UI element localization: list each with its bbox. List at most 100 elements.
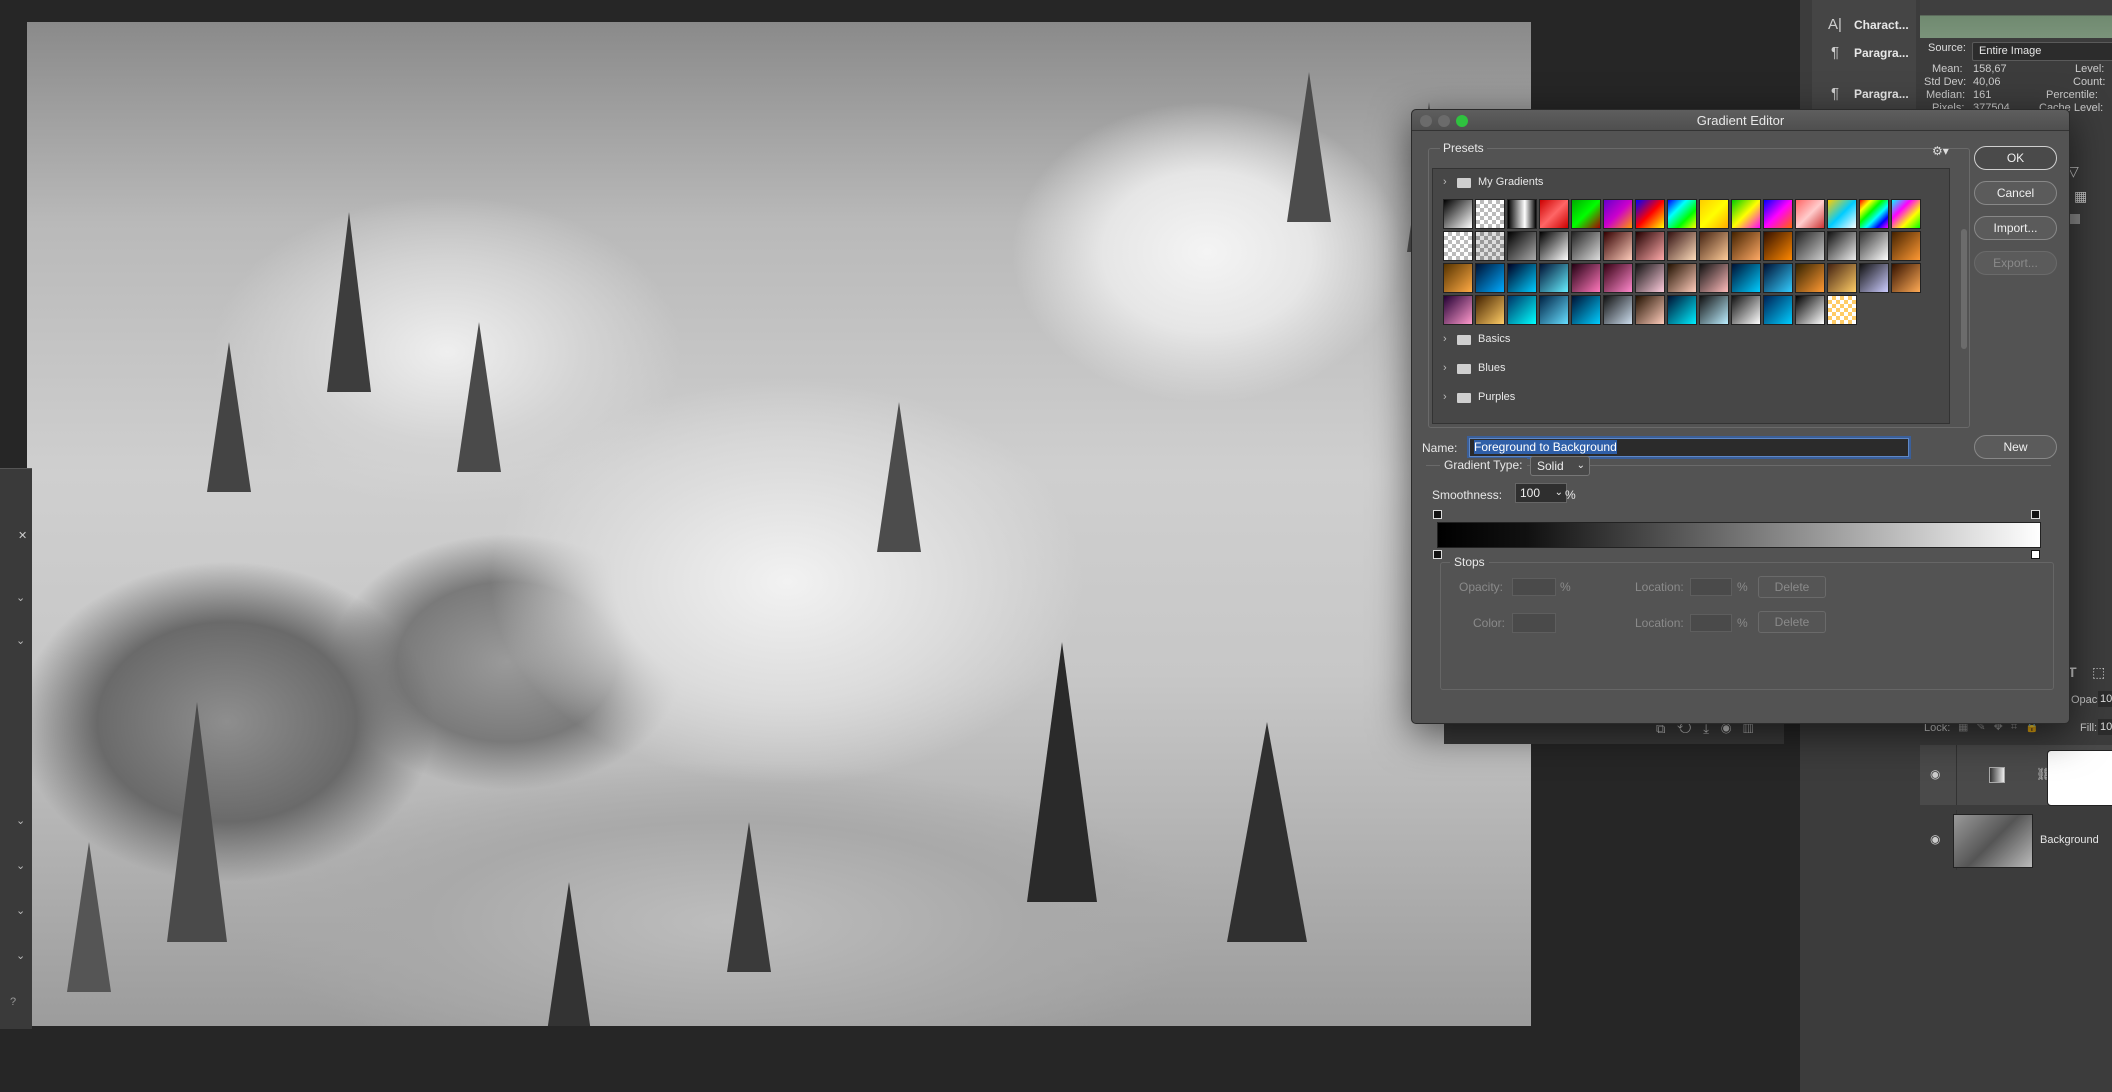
gradient-swatch[interactable] xyxy=(1859,199,1889,229)
visibility-eye-icon[interactable]: ◉ xyxy=(1930,832,1944,846)
chevron-right-icon[interactable]: › xyxy=(1443,362,1447,374)
gradient-swatch[interactable] xyxy=(1699,263,1729,293)
dock-item-paragraph-styles[interactable]: ¶ Paragra... xyxy=(1826,85,1909,102)
dock-item-paragraph[interactable]: ¶ Paragra... xyxy=(1826,44,1909,61)
chevron-down-icon[interactable]: ⌄ xyxy=(16,859,25,872)
presets-scrollbar[interactable] xyxy=(1961,229,1967,349)
gradient-type-select[interactable]: Solid ⌄ xyxy=(1530,456,1590,476)
gradient-swatch[interactable] xyxy=(1443,231,1473,261)
gradient-swatch[interactable] xyxy=(1763,231,1793,261)
new-button[interactable]: New xyxy=(1974,435,2057,459)
color-stop-left[interactable] xyxy=(1433,550,1442,559)
gradient-swatch[interactable] xyxy=(1795,231,1825,261)
layer-name[interactable]: Background xyxy=(2040,834,2099,846)
layer-row-background[interactable]: ◉ Background xyxy=(1920,810,2112,870)
preset-folder-basics[interactable]: › Basics xyxy=(1433,326,1949,354)
gradient-swatch[interactable] xyxy=(1603,295,1633,325)
gradient-swatch[interactable] xyxy=(1475,199,1505,229)
chevron-right-icon[interactable]: › xyxy=(1443,333,1447,345)
gradient-swatch[interactable] xyxy=(1635,295,1665,325)
gradient-swatch[interactable] xyxy=(1699,199,1729,229)
gradient-swatch[interactable] xyxy=(1443,295,1473,325)
delete-color-stop-button[interactable]: Delete xyxy=(1758,611,1826,633)
gradient-swatch[interactable] xyxy=(1507,263,1537,293)
layer-row-gradient[interactable]: ◉ ⛓ xyxy=(1920,745,2112,805)
gradient-swatch[interactable] xyxy=(1443,263,1473,293)
gradient-swatch[interactable] xyxy=(1603,231,1633,261)
gradient-swatch[interactable] xyxy=(1667,199,1697,229)
gradient-swatch[interactable] xyxy=(1891,263,1921,293)
gradient-swatch[interactable] xyxy=(1539,263,1569,293)
gradient-swatch[interactable] xyxy=(1763,295,1793,325)
gradient-swatch[interactable] xyxy=(1763,199,1793,229)
gradient-swatch[interactable] xyxy=(1507,199,1537,229)
color-stop-right[interactable] xyxy=(2031,550,2040,559)
shape-layer-icon[interactable]: ⬚ xyxy=(2092,664,2105,681)
gradient-swatch[interactable] xyxy=(1571,199,1601,229)
chevron-down-icon[interactable]: ⌄ xyxy=(16,814,25,827)
gradient-swatch[interactable] xyxy=(1667,263,1697,293)
fill-field[interactable]: 10 xyxy=(2098,719,2112,735)
opacity-stop-right[interactable] xyxy=(2031,510,2040,519)
gradient-swatch[interactable] xyxy=(1475,263,1505,293)
gradient-swatch[interactable] xyxy=(1539,295,1569,325)
chevron-right-icon[interactable]: › xyxy=(1443,176,1447,188)
close-icon[interactable]: ✕ xyxy=(18,529,27,542)
smoothness-field[interactable]: 100 ⌄ xyxy=(1515,483,1567,503)
dialog-titlebar[interactable]: Gradient Editor xyxy=(1412,110,2069,131)
gradient-swatch[interactable] xyxy=(1891,231,1921,261)
stop-color-swatch[interactable] xyxy=(1512,613,1556,633)
gradient-swatch[interactable] xyxy=(1635,231,1665,261)
preset-folder-my-gradients[interactable]: › My Gradients xyxy=(1433,169,1949,197)
gradient-swatch[interactable] xyxy=(1859,231,1889,261)
gradient-swatch[interactable] xyxy=(1699,231,1729,261)
gradient-swatch[interactable] xyxy=(1827,263,1857,293)
opacity-stop-left[interactable] xyxy=(1433,510,1442,519)
gradient-swatch[interactable] xyxy=(1443,199,1473,229)
chevron-down-icon[interactable]: ⌄ xyxy=(16,634,25,647)
layer-opacity-field[interactable]: 10 xyxy=(2098,691,2112,707)
dock-item-character[interactable]: A| Charact... xyxy=(1826,16,1909,33)
gradient-swatch[interactable] xyxy=(1731,231,1761,261)
gradient-swatch[interactable] xyxy=(1635,199,1665,229)
gradient-swatch[interactable] xyxy=(1731,199,1761,229)
gradient-swatch[interactable] xyxy=(1667,295,1697,325)
gradient-swatch[interactable] xyxy=(1699,295,1729,325)
gradient-swatch[interactable] xyxy=(1571,231,1601,261)
gradient-swatch[interactable] xyxy=(1827,199,1857,229)
gradient-swatch[interactable] xyxy=(1763,263,1793,293)
gradient-preview-bar[interactable] xyxy=(1437,522,2041,548)
chevron-down-icon[interactable]: ⌄ xyxy=(16,949,25,962)
presets-list[interactable]: › My Gradients › Basics › Blues › Purple… xyxy=(1432,168,1967,424)
delete-opacity-stop-button[interactable]: Delete xyxy=(1758,576,1826,598)
gradient-swatch[interactable] xyxy=(1603,263,1633,293)
gradient-swatch[interactable] xyxy=(1827,231,1857,261)
gradient-swatch[interactable] xyxy=(1475,231,1505,261)
gradient-swatch[interactable] xyxy=(1859,263,1889,293)
gradient-swatch[interactable] xyxy=(1891,199,1921,229)
histogram-source-select[interactable]: Entire Image xyxy=(1972,42,2112,61)
layer-mask-thumbnail[interactable] xyxy=(2048,751,2112,805)
preset-folder-purples[interactable]: › Purples xyxy=(1433,384,1949,412)
gradient-swatch[interactable] xyxy=(1795,263,1825,293)
gradient-swatch[interactable] xyxy=(1603,199,1633,229)
chevron-down-icon[interactable]: ⌄ xyxy=(16,904,25,917)
document-canvas[interactable] xyxy=(27,22,1531,1026)
gradient-swatch[interactable] xyxy=(1507,231,1537,261)
gradient-swatch[interactable] xyxy=(1731,263,1761,293)
help-icon[interactable]: ? xyxy=(10,996,16,1008)
stop-location-field[interactable] xyxy=(1690,614,1732,632)
export-button[interactable]: Export... xyxy=(1974,251,2057,275)
gradient-swatch[interactable] xyxy=(1795,199,1825,229)
gradient-swatch[interactable] xyxy=(1795,295,1825,325)
import-button[interactable]: Import... xyxy=(1974,216,2057,240)
chevron-right-icon[interactable]: › xyxy=(1443,391,1447,403)
gradient-swatch[interactable] xyxy=(1635,263,1665,293)
grid-icon[interactable]: ▦ xyxy=(2074,188,2087,205)
gradient-swatch[interactable] xyxy=(1539,231,1569,261)
gradient-swatch[interactable] xyxy=(1475,295,1505,325)
gradient-swatch[interactable] xyxy=(1571,263,1601,293)
chevron-down-icon[interactable]: ⌄ xyxy=(16,591,25,604)
stop-location-field[interactable] xyxy=(1690,578,1732,596)
gradient-swatch[interactable] xyxy=(1507,295,1537,325)
